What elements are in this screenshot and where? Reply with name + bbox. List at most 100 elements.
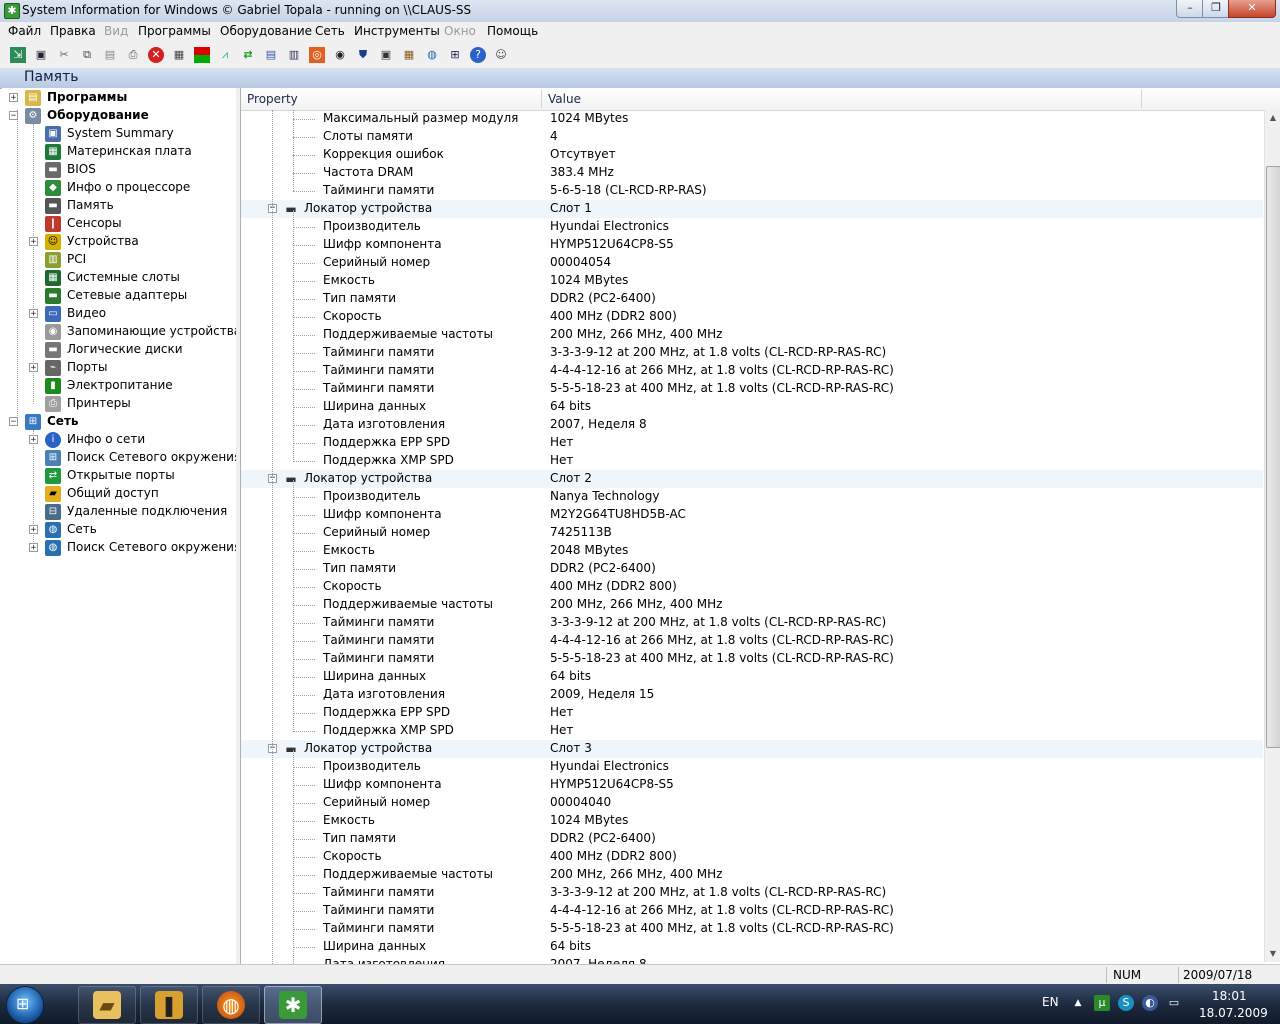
property-row[interactable]: Ширина данных 64 bits	[241, 938, 1263, 956]
tree-item-remote-connections[interactable]: ⊟ Удаленные подключения	[2, 503, 236, 521]
property-row[interactable]: Серийный номер 7425113B	[241, 524, 1263, 542]
about-icon[interactable]: ☺	[493, 47, 509, 63]
expand-icon[interactable]: +	[29, 435, 38, 445]
column-divider[interactable]	[1141, 90, 1142, 108]
stop-icon[interactable]: ✕	[148, 47, 164, 63]
clock-time[interactable]: 18:01	[1212, 989, 1247, 1003]
tree-item-network[interactable]: − ⊞ Сеть	[2, 413, 236, 431]
property-row[interactable]: Дата изготовления 2007, Неделя 8	[241, 416, 1263, 434]
property-row[interactable]: Тайминги памяти 3-3-3-9-12 at 200 MHz, a…	[241, 614, 1263, 632]
tree-item-video[interactable]: + ▭ Видео	[2, 305, 236, 323]
menu-tools[interactable]: Инструменты	[354, 24, 440, 38]
property-row[interactable]: Емкость 1024 MBytes	[241, 272, 1263, 290]
exit-icon[interactable]: ⇲	[10, 47, 26, 63]
save-icon[interactable]: ▣	[33, 47, 49, 63]
property-row[interactable]: Тайминги памяти 5-6-5-18 (CL-RCD-RP-RAS)	[241, 182, 1263, 200]
menu-edit[interactable]: Правка	[50, 24, 96, 38]
close-button[interactable]: ✕	[1228, 0, 1276, 18]
menu-network[interactable]: Сеть	[315, 24, 345, 38]
collapse-icon[interactable]: −	[9, 417, 18, 427]
group-row[interactable]: − ▬ Локатор устройства Слот 3	[241, 740, 1263, 758]
tree-item-network-info[interactable]: + i Инфо о сети	[2, 431, 236, 449]
property-row[interactable]: Ширина данных 64 bits	[241, 668, 1263, 686]
network-status-icon[interactable]: ▭	[1166, 995, 1182, 1011]
tree-item-bios[interactable]: ▬ BIOS	[2, 161, 236, 179]
utorrent-icon[interactable]: µ	[1094, 995, 1110, 1011]
refresh-icon[interactable]: ⇄	[240, 47, 256, 63]
tree-item-ports[interactable]: + ⌁ Порты	[2, 359, 236, 377]
property-list[interactable]: Property Value Максимальный размер модул…	[240, 88, 1280, 964]
color-icon[interactable]	[194, 47, 210, 63]
taskbar-media-app[interactable]: ❚	[140, 986, 198, 1024]
property-row[interactable]: Шифр компонента HYMP512U64CP8-S5	[241, 236, 1263, 254]
menu-view[interactable]: Вид	[104, 24, 128, 38]
property-row[interactable]: Частота DRAM 383.4 MHz	[241, 164, 1263, 182]
tree-item-shares[interactable]: ▰ Общий доступ	[2, 485, 236, 503]
tree-item-logical-drives[interactable]: ▬ Логические диски	[2, 341, 236, 359]
column-divider[interactable]	[541, 90, 542, 108]
property-row[interactable]: Скорость 400 MHz (DDR2 800)	[241, 308, 1263, 326]
scroll-up-icon[interactable]: ▲	[1265, 110, 1280, 126]
property-row[interactable]: Поддерживаемые частоты 200 MHz, 266 MHz,…	[241, 866, 1263, 884]
disc-icon[interactable]: ◉	[332, 47, 348, 63]
cut-icon[interactable]: ✂	[56, 47, 72, 63]
show-hidden-icons-icon[interactable]: ▲	[1070, 995, 1086, 1011]
taskbar-explorer[interactable]: ▰	[78, 986, 136, 1024]
options-icon[interactable]: ◎	[309, 47, 325, 63]
tree-item-network-2[interactable]: + ◍ Сеть	[2, 521, 236, 539]
tree-item-hardware[interactable]: − ⚙ Оборудование	[2, 107, 236, 125]
chart-icon[interactable]: ⩘	[217, 47, 233, 63]
tree-item-system-slots[interactable]: ▦ Системные слоты	[2, 269, 236, 287]
navigation-tree[interactable]: + ▤ Программы − ⚙ Оборудование ▣ System …	[2, 88, 237, 964]
document-icon[interactable]: ▥	[286, 47, 302, 63]
property-row[interactable]: Максимальный размер модуля 1024 MBytes	[241, 110, 1263, 128]
property-row[interactable]: Тайминги памяти 4-4-4-12-16 at 266 MHz, …	[241, 632, 1263, 650]
maximize-button[interactable]: ❐	[1202, 0, 1230, 18]
property-row[interactable]: Производитель Hyundai Electronics	[241, 218, 1263, 236]
property-row[interactable]: Поддержка XMP SPD Нет	[241, 722, 1263, 740]
collapse-icon[interactable]: −	[9, 111, 18, 121]
property-row[interactable]: Шифр компонента M2Y2G64TU8HD5B-AC	[241, 506, 1263, 524]
tree-item-network-search-2[interactable]: + ◍ Поиск Сетевого окружения	[2, 539, 236, 557]
print-icon[interactable]: ⎙	[125, 47, 141, 63]
security-icon[interactable]: ◐	[1142, 995, 1158, 1011]
menu-programs[interactable]: Программы	[138, 24, 211, 38]
property-row[interactable]: Тайминги памяти 3-3-3-9-12 at 200 MHz, a…	[241, 344, 1263, 362]
tree-item-motherboard[interactable]: ▦ Материнская плата	[2, 143, 236, 161]
tree-item-network-search[interactable]: ⊞ Поиск Сетевого окружения	[2, 449, 236, 467]
group-row[interactable]: − ▬ Локатор устройства Слот 2	[241, 470, 1263, 488]
skype-icon[interactable]: S	[1118, 995, 1134, 1011]
tree-item-memory[interactable]: ▬ Память	[2, 197, 236, 215]
report-icon[interactable]: ▦	[171, 47, 187, 63]
tree-item-storage[interactable]: ◉ Запоминающие устройства	[2, 323, 236, 341]
property-row[interactable]: Шифр компонента HYMP512U64CP8-S5	[241, 776, 1263, 794]
globe-icon[interactable]: ◍	[424, 47, 440, 63]
expand-icon[interactable]: +	[29, 543, 38, 553]
property-row[interactable]: Поддержка XMP SPD Нет	[241, 452, 1263, 470]
copy-icon[interactable]: ⧉	[79, 47, 95, 63]
property-row[interactable]: Дата изготовления 2009, Неделя 15	[241, 686, 1263, 704]
property-row[interactable]: Тайминги памяти 4-4-4-12-16 at 266 MHz, …	[241, 902, 1263, 920]
property-row[interactable]: Поддержка EPP SPD Нет	[241, 434, 1263, 452]
property-row[interactable]: Производитель Nanya Technology	[241, 488, 1263, 506]
scrollbar-thumb[interactable]	[1266, 166, 1280, 748]
property-row[interactable]: Тайминги памяти 5-5-5-18-23 at 400 MHz, …	[241, 380, 1263, 398]
page-icon[interactable]: ▤	[263, 47, 279, 63]
property-row[interactable]: Тайминги памяти 5-5-5-18-23 at 400 MHz, …	[241, 920, 1263, 938]
tree-item-network-adapters[interactable]: ▬ Сетевые адаптеры	[2, 287, 236, 305]
expand-icon[interactable]: +	[29, 309, 38, 319]
app-icon[interactable]: ✱	[4, 3, 20, 19]
expand-icon[interactable]: +	[29, 525, 38, 535]
property-row[interactable]: Производитель Hyundai Electronics	[241, 758, 1263, 776]
expand-icon[interactable]: +	[29, 363, 38, 373]
tree-item-devices[interactable]: + ☺ Устройства	[2, 233, 236, 251]
property-row[interactable]: Тип памяти DDR2 (PC2-6400)	[241, 830, 1263, 848]
scroll-down-icon[interactable]: ▼	[1265, 946, 1280, 962]
group-row[interactable]: − ▬ Локатор устройства Слот 1	[241, 200, 1263, 218]
column-value[interactable]: Value	[548, 92, 581, 106]
menu-window[interactable]: Окно	[444, 24, 476, 38]
property-row[interactable]: Поддерживаемые частоты 200 MHz, 266 MHz,…	[241, 596, 1263, 614]
property-row[interactable]: Тайминги памяти 4-4-4-12-16 at 266 MHz, …	[241, 362, 1263, 380]
grid-icon[interactable]: ▦	[401, 47, 417, 63]
menu-file[interactable]: Файл	[8, 24, 41, 38]
